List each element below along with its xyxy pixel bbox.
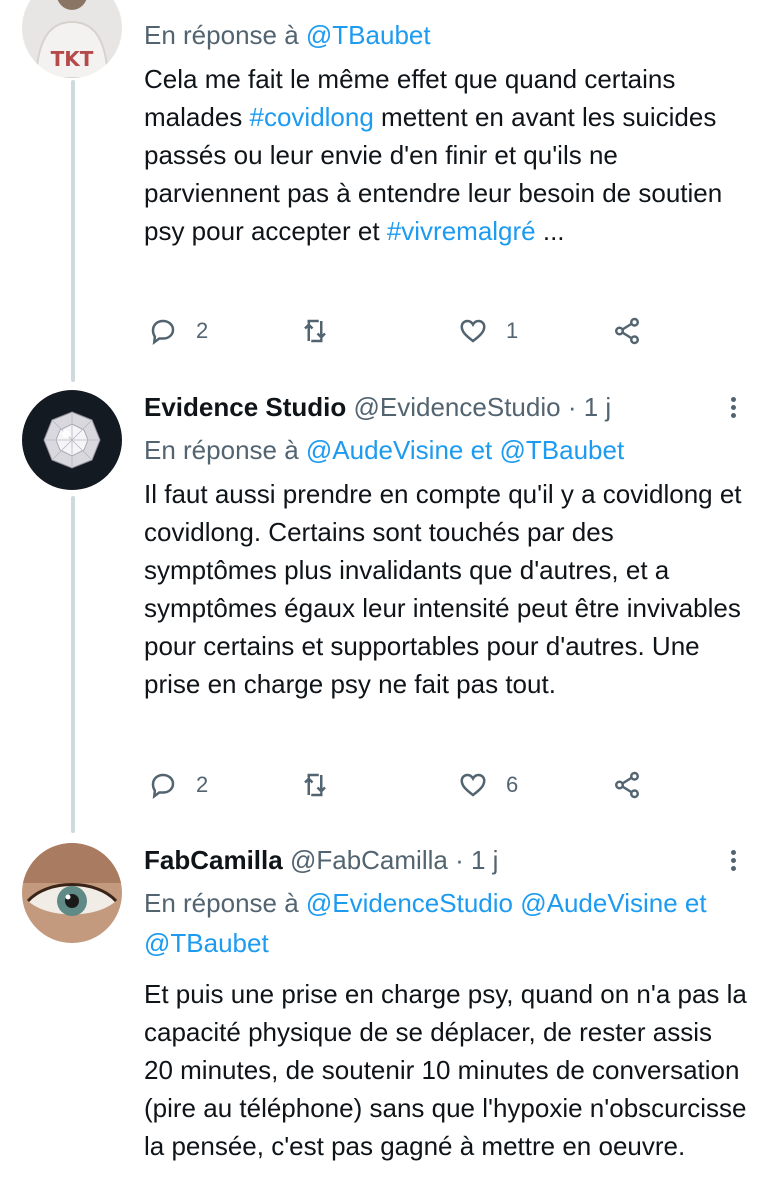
- reply-icon: [151, 773, 175, 799]
- like-icon: [460, 319, 486, 343]
- avatar[interactable]: [22, 390, 122, 490]
- reply-to-line: En réponse à @AudeVisine et @TBaubet: [144, 430, 748, 470]
- reply-button[interactable]: 2: [148, 765, 208, 805]
- tweet-text: Cela me fait le même effet que quand cer…: [144, 60, 748, 250]
- thread-line: [71, 496, 75, 833]
- tweet-header: Evidence Studio @EvidenceStudio · 1 j: [144, 390, 748, 424]
- more-options-button[interactable]: [718, 843, 748, 877]
- action-bar: 2 6: [144, 765, 664, 805]
- reply-to-line: En réponse à @TBaubet: [144, 15, 748, 55]
- ellipsis: ...: [535, 216, 565, 246]
- action-bar: 2 1: [144, 311, 664, 351]
- tweet-text: Il faut aussi prendre en compte qu'il y …: [144, 479, 742, 699]
- like-count: 1: [506, 318, 519, 343]
- avatar[interactable]: TKT: [22, 0, 122, 78]
- mention-link[interactable]: @AudeVisine et @TBaubet: [306, 435, 624, 465]
- retweet-button[interactable]: [300, 311, 330, 351]
- timestamp[interactable]: · 1 j: [455, 845, 498, 875]
- reply-count: 2: [196, 772, 209, 797]
- hashtag-link[interactable]: #vivremalgré: [387, 216, 536, 246]
- share-button[interactable]: [612, 311, 642, 351]
- thread-line: [71, 80, 75, 382]
- reply-prefix: En réponse à: [144, 20, 299, 50]
- tweet-text: Et puis une prise en charge psy, quand o…: [144, 979, 747, 1161]
- reply-prefix: En réponse à: [144, 888, 299, 918]
- mention-link[interactable]: @TBaubet: [306, 20, 431, 50]
- share-icon: [615, 317, 639, 345]
- tweet[interactable]: FabCamilla @FabCamilla · 1 j En réponse …: [144, 843, 748, 1165]
- retweet-icon: [304, 319, 326, 343]
- share-icon: [615, 771, 639, 799]
- reply-button[interactable]: 2: [148, 311, 208, 351]
- retweet-icon: [304, 773, 326, 797]
- user-handle[interactable]: @EvidenceStudio: [354, 392, 561, 422]
- reply-prefix: En réponse à: [144, 435, 299, 465]
- more-icon: [718, 390, 748, 418]
- like-icon: [460, 773, 486, 797]
- share-button[interactable]: [612, 765, 642, 805]
- more-options-button[interactable]: [718, 390, 748, 424]
- reply-to-line: En réponse à @EvidenceStudio @AudeVisine…: [144, 883, 748, 963]
- tweet[interactable]: En réponse à @TBaubet Cela me fait le mê…: [144, 15, 748, 250]
- reply-icon: [151, 319, 175, 345]
- like-count: 6: [506, 772, 519, 797]
- timestamp[interactable]: · 1 j: [568, 392, 611, 422]
- display-name[interactable]: Evidence Studio: [144, 392, 346, 422]
- avatar[interactable]: [22, 843, 122, 943]
- display-name[interactable]: FabCamilla: [144, 845, 283, 875]
- reply-count: 2: [196, 318, 209, 343]
- svg-text:TKT: TKT: [51, 47, 94, 71]
- more-icon: [718, 843, 748, 871]
- tweet-header: FabCamilla @FabCamilla · 1 j: [144, 843, 748, 877]
- like-button[interactable]: 1: [458, 311, 518, 351]
- retweet-button[interactable]: [300, 765, 330, 805]
- user-handle[interactable]: @FabCamilla: [290, 845, 448, 875]
- hashtag-link[interactable]: #covidlong: [250, 102, 374, 132]
- tweet[interactable]: Evidence Studio @EvidenceStudio · 1 j En…: [144, 390, 748, 703]
- like-button[interactable]: 6: [458, 765, 518, 805]
